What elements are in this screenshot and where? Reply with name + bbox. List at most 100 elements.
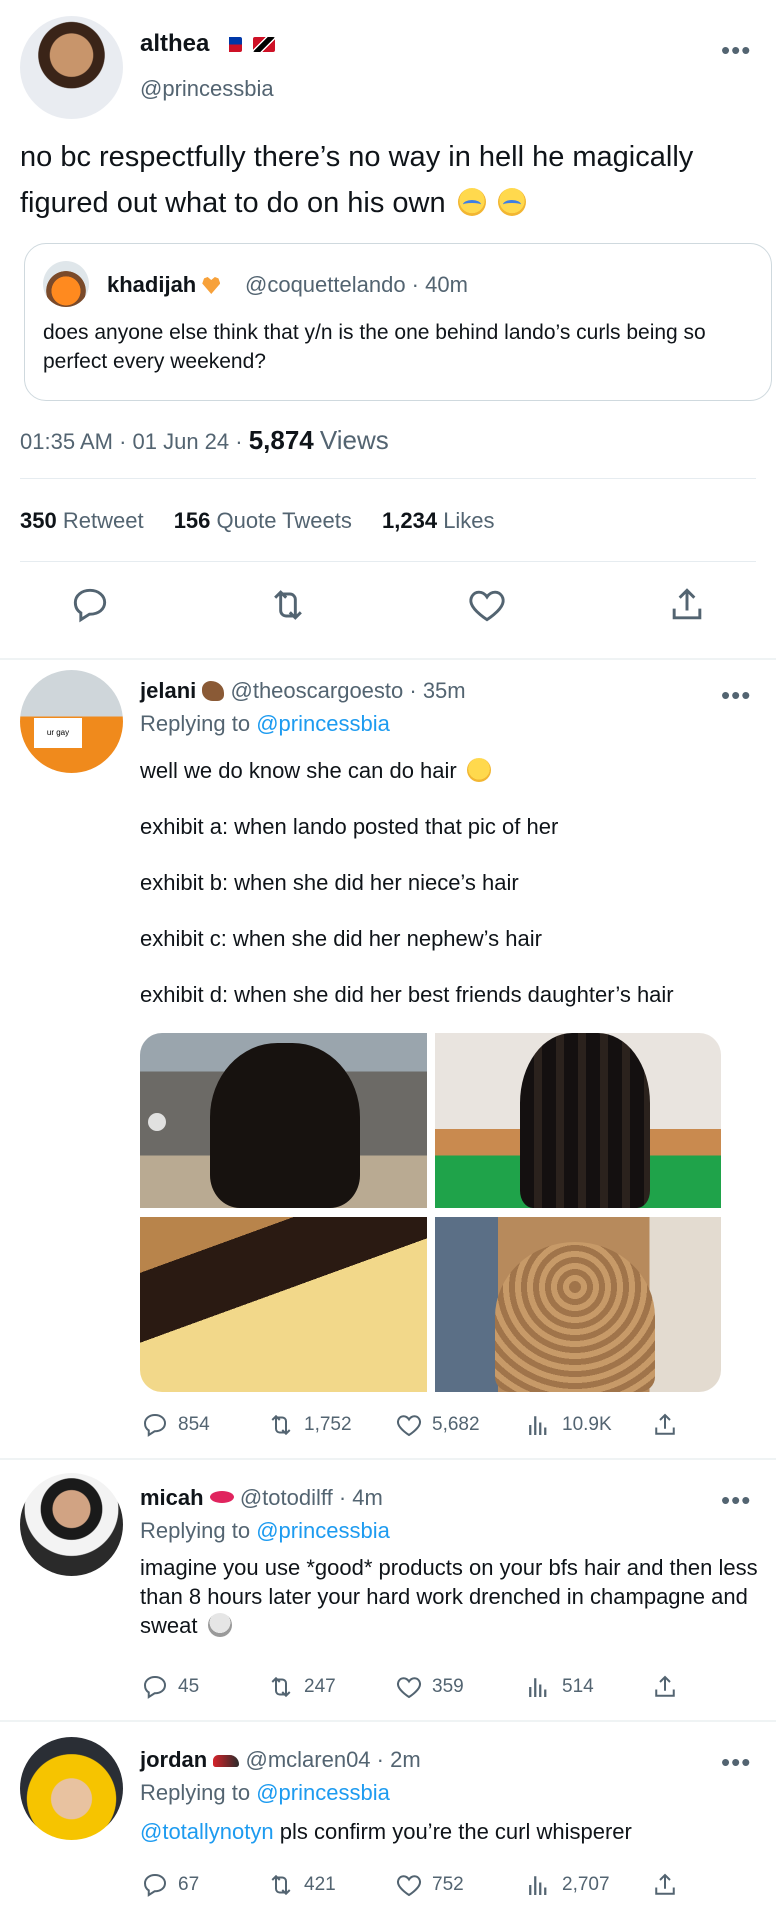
share-action[interactable] xyxy=(650,1670,680,1704)
more-icon[interactable]: ••• xyxy=(721,1487,751,1513)
retweets-label: Retweet xyxy=(62,508,144,533)
retweets-count: 247 xyxy=(304,1676,336,1697)
likes-count: 5,682 xyxy=(432,1414,480,1435)
share-action[interactable] xyxy=(650,1408,680,1442)
quoted-author-name: khadijah xyxy=(107,272,197,297)
media-image[interactable] xyxy=(140,1033,427,1208)
media-image[interactable] xyxy=(140,1217,427,1392)
like-icon xyxy=(397,1875,421,1897)
upside-down-face-emoji-icon xyxy=(466,758,491,782)
avatar-sign: ur gay xyxy=(34,718,82,748)
view-count[interactable]: 514 xyxy=(524,1670,594,1704)
views-count: 514 xyxy=(562,1676,594,1697)
quotes-stat[interactable]: 156 Quote Tweets xyxy=(174,508,352,533)
reply-icon xyxy=(143,1675,167,1699)
retweets-stat[interactable]: 350 Retweet xyxy=(20,508,144,533)
reply-tweet[interactable]: micah @totodilff · 4m ••• Replying to @p… xyxy=(0,1460,776,1720)
retweets-count: 350 xyxy=(20,508,57,533)
reply-count[interactable]: 45 xyxy=(140,1670,199,1704)
reply-text: imagine you use *good* products on your … xyxy=(140,1553,760,1640)
reply-avatar[interactable]: ur gay xyxy=(20,670,123,773)
share-icon[interactable] xyxy=(665,583,709,627)
reply-handle-time[interactable]: @mclaren04 · 2m xyxy=(245,1747,420,1772)
quoted-tweet[interactable]: khadijah @coquettelando · 40m does anyon… xyxy=(24,243,772,401)
author-name-row[interactable]: althea xyxy=(140,30,275,58)
views-icon xyxy=(529,1416,547,1435)
like-count[interactable]: 5,682 xyxy=(394,1408,480,1442)
reply-icon xyxy=(143,1413,167,1437)
likes-stat[interactable]: 1,234 Likes xyxy=(382,508,495,533)
retweet-count[interactable]: 421 xyxy=(266,1868,336,1902)
reply-author-name[interactable]: micah xyxy=(140,1485,204,1510)
media-grid xyxy=(140,1033,721,1392)
reply-paragraph: exhibit b: when she did her niece’s hair xyxy=(140,870,519,895)
reply-handle-time[interactable]: @theoscargoesto · 35m xyxy=(231,678,466,703)
reply-icon xyxy=(143,1873,167,1897)
more-icon[interactable]: ••• xyxy=(721,682,751,708)
reply-metrics: 45 247 359 514 xyxy=(140,1670,700,1704)
reply-count[interactable]: 67 xyxy=(140,1868,199,1902)
reply-count[interactable]: 854 xyxy=(140,1408,210,1442)
likes-count: 1,234 xyxy=(382,508,438,533)
reply-tweet[interactable]: jordan @mclaren04 · 2m ••• Replying to @… xyxy=(0,1722,776,1920)
view-count[interactable]: 10.9K xyxy=(524,1408,612,1442)
more-icon[interactable]: ••• xyxy=(721,1749,751,1775)
retweet-icon xyxy=(271,1676,291,1698)
reply-handle-time[interactable]: @totodilff · 4m xyxy=(240,1485,383,1510)
reply-header: micah @totodilff · 4m xyxy=(140,1485,383,1511)
quotes-count: 156 xyxy=(173,508,211,533)
timestamp[interactable]: 01:35 AM · 01 Jun 24 · xyxy=(20,429,249,454)
tweet-stats: 350 Retweet 156 Quote Tweets 1,234 Likes xyxy=(20,508,495,534)
flexed-biceps-icon xyxy=(202,681,225,701)
share-icon xyxy=(655,1413,675,1435)
author-avatar[interactable] xyxy=(20,16,123,119)
comments-count: 67 xyxy=(178,1874,200,1895)
retweets-count: 421 xyxy=(304,1874,336,1895)
tweet-text: no bc respectfully there’s no way in hel… xyxy=(20,134,760,226)
replying-label: Replying to xyxy=(140,1780,251,1805)
trinidad-flag-icon xyxy=(252,37,275,53)
carousel-arrow-icon[interactable] xyxy=(148,1113,166,1131)
like-count[interactable]: 359 xyxy=(394,1670,464,1704)
share-icon xyxy=(655,1675,675,1697)
replying-handle[interactable]: @princessbia xyxy=(256,1780,390,1805)
likes-count: 752 xyxy=(432,1874,464,1895)
reply-author-name[interactable]: jordan xyxy=(140,1747,207,1772)
media-image[interactable] xyxy=(435,1033,721,1208)
reply-text: well we do know she can do hair exhibit … xyxy=(140,756,760,1036)
more-icon[interactable]: ••• xyxy=(721,37,751,63)
replying-handle[interactable]: @princessbia xyxy=(256,1518,390,1543)
views-label: Views xyxy=(319,425,389,455)
divider xyxy=(20,478,756,479)
reply-icon[interactable] xyxy=(68,583,112,627)
author-handle[interactable]: @princessbia xyxy=(140,76,274,102)
share-action[interactable] xyxy=(650,1868,680,1902)
views-icon xyxy=(529,1876,547,1895)
philippines-flag-icon xyxy=(220,37,243,53)
orange-heart-icon xyxy=(202,277,221,294)
like-count[interactable]: 752 xyxy=(394,1868,464,1902)
tweet-actions xyxy=(0,583,776,633)
like-icon[interactable] xyxy=(465,583,509,627)
quoted-author-handle: @coquettelando · 40m xyxy=(245,272,468,297)
reply-header: jordan @mclaren04 · 2m xyxy=(140,1747,421,1773)
media-image[interactable] xyxy=(435,1217,721,1392)
retweet-count[interactable]: 1,752 xyxy=(266,1408,352,1442)
view-count[interactable]: 2,707 xyxy=(524,1868,610,1902)
retweets-count: 1,752 xyxy=(304,1414,352,1435)
likes-count: 359 xyxy=(432,1676,464,1697)
quotes-label: Quote Tweets xyxy=(216,508,352,533)
reply-avatar[interactable] xyxy=(20,1473,123,1576)
retweet-count[interactable]: 247 xyxy=(266,1670,336,1704)
author-name[interactable]: althea xyxy=(140,30,209,57)
reply-metrics: 67 421 752 2,707 xyxy=(140,1868,700,1902)
reply-avatar[interactable] xyxy=(20,1737,123,1840)
mention-link[interactable]: @totallynotyn xyxy=(140,1819,274,1844)
reply-author-name[interactable]: jelani xyxy=(140,678,196,703)
quoted-author-avatar xyxy=(43,261,89,307)
replying-handle[interactable]: @princessbia xyxy=(256,711,390,736)
retweet-icon[interactable] xyxy=(266,583,310,627)
retweet-icon xyxy=(271,1874,291,1896)
quoted-tweet-text: does anyone else think that y/n is the o… xyxy=(43,321,706,373)
tweet-text-content: no bc respectfully there’s no way in hel… xyxy=(20,141,694,219)
